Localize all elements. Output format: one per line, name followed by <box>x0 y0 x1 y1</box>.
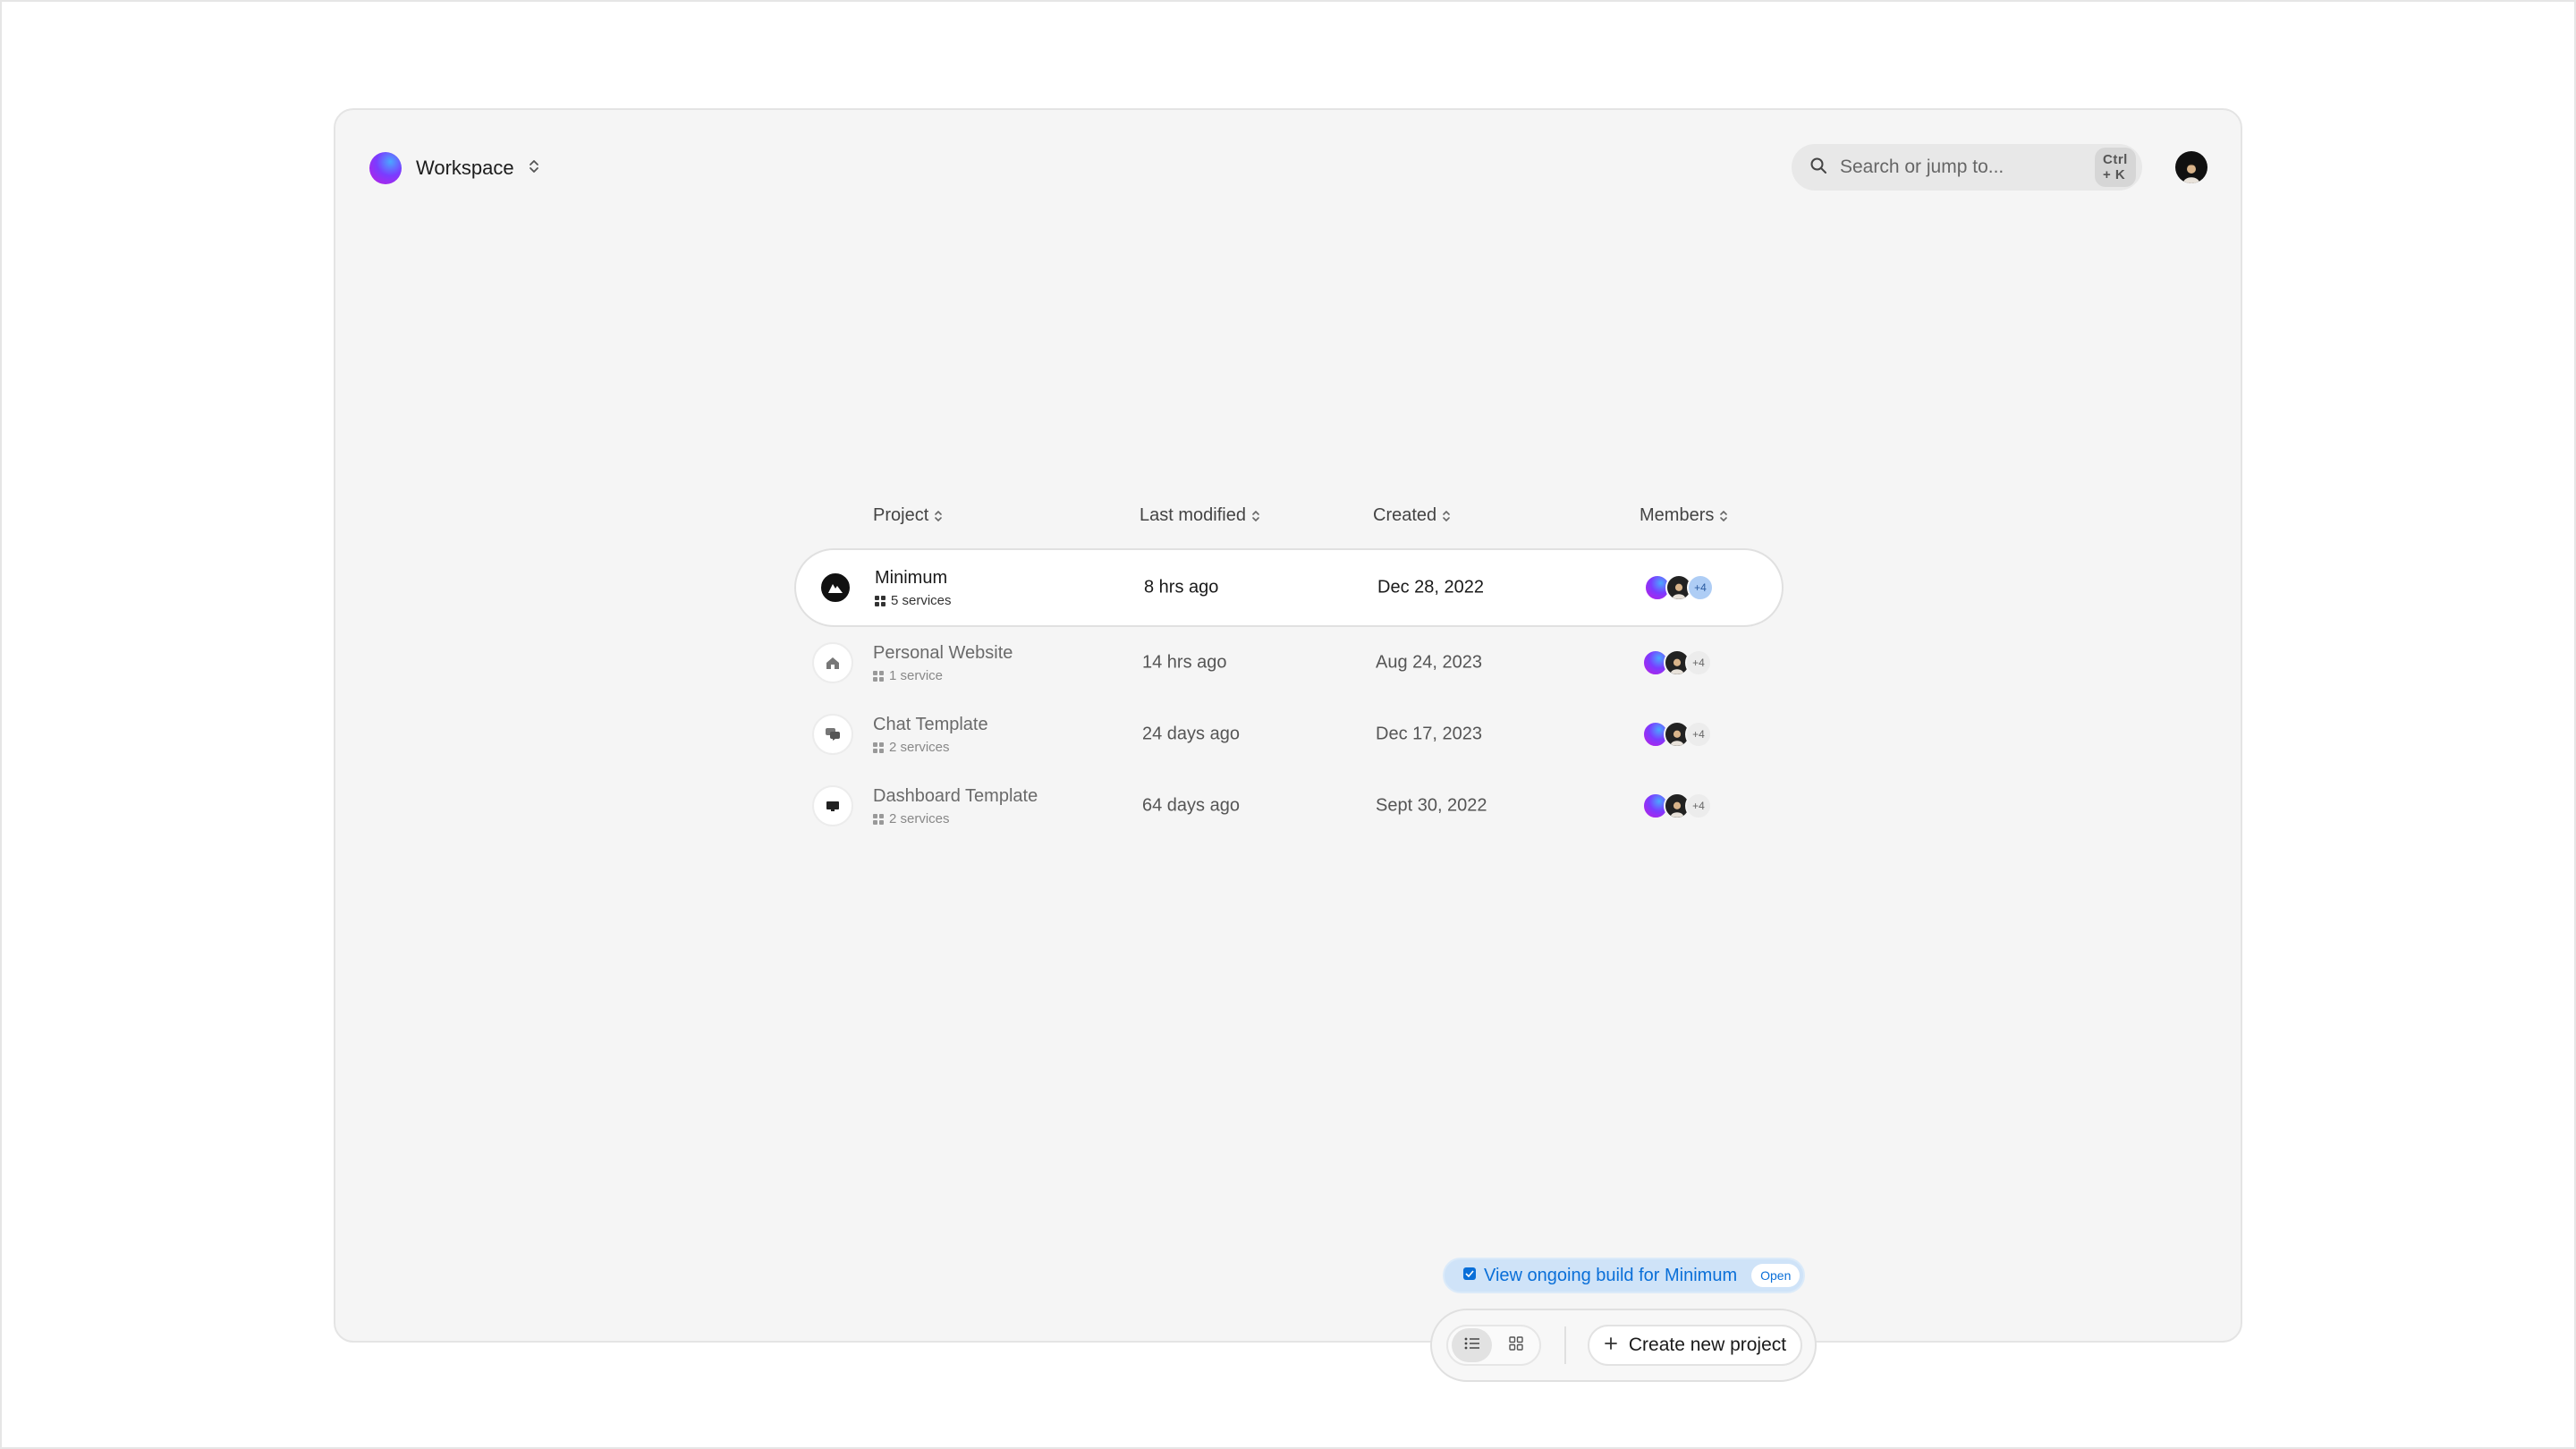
column-label: Project <box>873 505 929 525</box>
table-row[interactable]: Dashboard Template 2 services 64 days ag… <box>794 770 1784 842</box>
column-header-project[interactable]: Project <box>873 505 943 526</box>
sort-icon <box>1251 510 1260 522</box>
members-avatars[interactable]: +4 <box>1644 574 1714 601</box>
services-count: 1 service <box>889 668 944 683</box>
workspace-name: Workspace <box>416 157 514 179</box>
members-avatars[interactable]: +4 <box>1642 792 1712 819</box>
services-grid-icon <box>875 595 886 606</box>
project-services: 2 services <box>873 811 950 826</box>
column-label: Created <box>1373 505 1437 525</box>
chevron-up-down-icon <box>529 158 539 179</box>
members-more-count: +4 <box>1685 792 1712 819</box>
members-more-count: +4 <box>1685 721 1712 748</box>
column-label: Members <box>1640 505 1715 525</box>
created-date: Dec 17, 2023 <box>1376 724 1482 744</box>
column-header-members[interactable]: Members <box>1640 505 1728 526</box>
projects-table: Project Last modified Created Members Mi… <box>794 495 1784 842</box>
column-header-last-modified[interactable]: Last modified <box>1140 505 1260 526</box>
last-modified: 24 days ago <box>1142 724 1240 744</box>
services-count: 2 services <box>889 811 950 826</box>
created-date: Aug 24, 2023 <box>1376 652 1482 673</box>
grid-icon <box>1508 1335 1523 1355</box>
table-row[interactable]: Personal Website 1 service 14 hrs ago Au… <box>794 627 1784 699</box>
home-icon <box>812 642 853 683</box>
ongoing-build-banner[interactable]: View ongoing build for Minimum Open <box>1443 1258 1806 1293</box>
table-row[interactable]: Chat Template 2 services 24 days ago Dec… <box>794 699 1784 770</box>
services-count: 2 services <box>889 740 950 755</box>
members-more-count: +4 <box>1687 574 1714 601</box>
chat-icon <box>812 714 853 755</box>
project-name: Personal Website <box>873 643 1013 663</box>
create-new-project-button[interactable]: Create new project <box>1588 1325 1802 1366</box>
members-avatars[interactable]: +4 <box>1642 649 1712 676</box>
sort-icon <box>1719 510 1728 522</box>
created-date: Sept 30, 2022 <box>1376 795 1487 816</box>
list-icon <box>1464 1336 1480 1355</box>
sort-icon <box>934 510 943 522</box>
toolbar-divider <box>1564 1326 1566 1364</box>
bottom-toolbar: Create new project <box>1430 1309 1817 1382</box>
column-header-created[interactable]: Created <box>1373 505 1451 526</box>
project-name: Chat Template <box>873 715 988 734</box>
project-name: Dashboard Template <box>873 786 1038 806</box>
services-count: 5 services <box>891 593 952 608</box>
view-toggle <box>1446 1325 1541 1366</box>
sort-icon <box>1442 510 1451 522</box>
build-banner-label: View ongoing build for Minimum <box>1484 1265 1738 1285</box>
search-bar[interactable]: Ctrl + K <box>1792 144 2142 191</box>
column-label: Last modified <box>1140 505 1246 525</box>
last-modified: 64 days ago <box>1142 795 1240 816</box>
project-services: 2 services <box>873 740 950 755</box>
services-grid-icon <box>873 741 884 753</box>
search-icon <box>1809 157 1827 179</box>
last-modified: 8 hrs ago <box>1144 577 1219 597</box>
members-avatars[interactable]: +4 <box>1642 721 1712 748</box>
workspace-switcher[interactable]: Workspace <box>369 150 539 186</box>
app-window: Workspace Ctrl + K Project Last modified <box>334 108 2242 1382</box>
monitor-icon <box>812 785 853 826</box>
services-grid-icon <box>873 813 884 825</box>
table-row[interactable]: Minimum 5 services 8 hrs ago Dec 28, 202… <box>794 548 1784 627</box>
members-more-count: +4 <box>1685 649 1712 676</box>
project-name: Minimum <box>875 568 948 588</box>
plus-icon <box>1604 1335 1618 1356</box>
grid-view-button[interactable] <box>1496 1328 1536 1362</box>
create-label: Create new project <box>1628 1335 1787 1355</box>
open-badge[interactable]: Open <box>1751 1264 1801 1287</box>
project-services: 1 service <box>873 668 943 683</box>
project-services: 5 services <box>875 593 952 608</box>
table-header: Project Last modified Created Members <box>794 495 1784 548</box>
build-icon <box>1462 1266 1477 1286</box>
user-avatar[interactable] <box>2175 151 2207 183</box>
workspace-logo <box>369 152 402 184</box>
search-shortcut-badge: Ctrl + K <box>2095 148 2136 187</box>
created-date: Dec 28, 2022 <box>1377 577 1484 597</box>
mountain-icon <box>821 573 850 602</box>
last-modified: 14 hrs ago <box>1142 652 1227 673</box>
list-view-button[interactable] <box>1452 1328 1492 1362</box>
services-grid-icon <box>873 670 884 682</box>
search-input[interactable] <box>1840 157 2082 178</box>
